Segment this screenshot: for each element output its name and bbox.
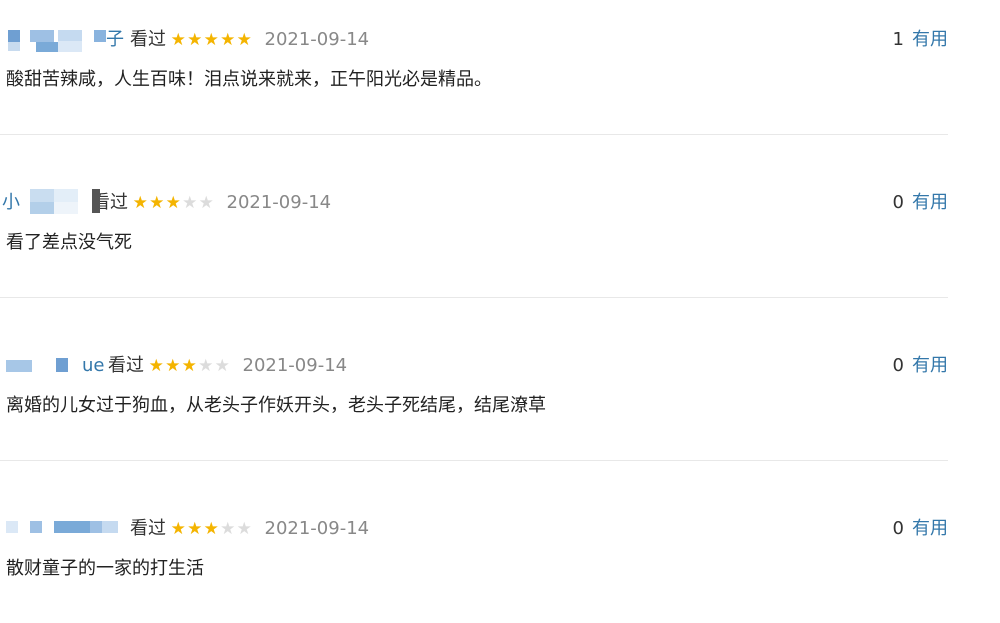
username-text: 子 — [106, 29, 124, 50]
rating-stars: ★ ★ ★ ★ ★ — [148, 354, 231, 378]
comment-item: 子 看过 ★ ★ ★ ★ ★ 2021-09-14 1 有用 酸甜苦辣咸，人生百味！泪点… — [0, 0, 948, 163]
comment-item: 看过 ★ ★ ★ ★ ★ 2021-09-14 0 有用 散财童子的一家的打生活 — [0, 489, 948, 623]
watch-status: 看过 — [130, 518, 166, 539]
comment-text: 酸甜苦辣咸，人生百味！泪点说来就来，正午阳光必是精品。 — [6, 69, 492, 90]
comment-meta: 看过 ★ ★ ★ ★ ★ 2021-09-14 — [6, 517, 369, 541]
username-link[interactable] — [6, 517, 124, 541]
username-link[interactable]: ue — [6, 354, 105, 378]
star-empty-icon: ★ — [220, 519, 236, 539]
star-filled-icon: ★ — [165, 356, 181, 376]
username-mosaic — [54, 189, 78, 202]
star-filled-icon: ★ — [170, 30, 186, 50]
star-filled-icon: ★ — [187, 519, 203, 539]
username-mosaic — [58, 41, 82, 52]
star-filled-icon: ★ — [170, 519, 186, 539]
username-mosaic — [94, 30, 106, 42]
comment-date: 2021-09-14 — [264, 518, 370, 539]
username-mosaic — [36, 42, 58, 52]
vote-count: 0 — [892, 355, 904, 376]
username-link[interactable]: 小 — [2, 189, 100, 215]
username-mosaic — [30, 30, 54, 42]
star-filled-icon: ★ — [203, 519, 219, 539]
comment-item: 小 看过 ★ ★ ★ ★ ★ 2021-09-14 0 有用 看了差点没气死 — [0, 163, 948, 326]
comment-list: 子 看过 ★ ★ ★ ★ ★ 2021-09-14 1 有用 酸甜苦辣咸，人生百味！泪点… — [0, 0, 1000, 623]
username-mosaic — [56, 358, 68, 372]
star-empty-icon: ★ — [236, 519, 252, 539]
star-empty-icon: ★ — [182, 193, 198, 213]
username-mosaic — [102, 521, 118, 533]
divider — [0, 460, 948, 461]
star-filled-icon: ★ — [165, 193, 181, 213]
useful-vote: 1 有用 — [893, 28, 948, 52]
comment-text: 离婚的儿女过于狗血，从老头子作妖开头，老头子死结尾，结尾潦草 — [6, 395, 546, 416]
username-mosaic — [92, 189, 100, 213]
username-mosaic — [30, 521, 42, 533]
watch-status: 看过 — [108, 355, 144, 376]
username-mosaic — [30, 202, 54, 214]
comment-date: 2021-09-14 — [242, 355, 348, 376]
username-mosaic — [90, 521, 102, 533]
comment-meta: 子 看过 ★ ★ ★ ★ ★ 2021-09-14 — [6, 28, 369, 52]
useful-button[interactable]: 有用 — [912, 191, 948, 215]
username-mosaic — [8, 30, 20, 42]
star-filled-icon: ★ — [236, 30, 252, 50]
vote-count: 0 — [892, 518, 904, 539]
username-mosaic — [30, 189, 54, 202]
rating-stars: ★ ★ ★ ★ ★ — [132, 191, 215, 215]
useful-vote: 0 有用 — [893, 517, 948, 541]
comment-item: ue 看过 ★ ★ ★ ★ ★ 2021-09-14 0 有用 离婚的儿女过于狗血，从老… — [0, 326, 948, 489]
star-filled-icon: ★ — [149, 193, 165, 213]
useful-vote: 0 有用 — [893, 191, 948, 215]
comment-date: 2021-09-14 — [264, 29, 370, 50]
username-mosaic — [58, 30, 82, 41]
useful-button[interactable]: 有用 — [912, 354, 948, 378]
star-filled-icon: ★ — [187, 30, 203, 50]
watch-status: 看过 — [130, 29, 166, 50]
username-text: ue — [82, 355, 105, 376]
username-mosaic — [54, 202, 78, 214]
star-filled-icon: ★ — [181, 356, 197, 376]
username-mosaic — [8, 42, 20, 51]
username-mosaic — [6, 521, 18, 533]
comment-meta: 小 看过 ★ ★ ★ ★ ★ 2021-09-14 — [2, 189, 332, 215]
star-filled-icon: ★ — [148, 356, 164, 376]
star-filled-icon: ★ — [220, 30, 236, 50]
divider — [0, 297, 948, 298]
star-filled-icon: ★ — [132, 193, 148, 213]
username-mosaic — [54, 521, 90, 533]
vote-count: 1 — [892, 29, 904, 50]
username-mosaic — [6, 360, 32, 372]
comment-text: 看了差点没气死 — [6, 232, 132, 253]
comment-text: 散财童子的一家的打生活 — [6, 558, 204, 579]
star-empty-icon: ★ — [214, 356, 230, 376]
useful-button[interactable]: 有用 — [912, 28, 948, 52]
useful-vote: 0 有用 — [893, 354, 948, 378]
comment-date: 2021-09-14 — [226, 192, 332, 213]
username-link[interactable]: 子 — [6, 28, 124, 52]
rating-stars: ★ ★ ★ ★ ★ — [170, 28, 253, 52]
star-empty-icon: ★ — [198, 356, 214, 376]
vote-count: 0 — [892, 192, 904, 213]
star-filled-icon: ★ — [203, 30, 219, 50]
username-text: 小 — [2, 192, 20, 213]
rating-stars: ★ ★ ★ ★ ★ — [170, 517, 253, 541]
divider — [0, 134, 948, 135]
useful-button[interactable]: 有用 — [912, 517, 948, 541]
star-empty-icon: ★ — [198, 193, 214, 213]
comment-meta: ue 看过 ★ ★ ★ ★ ★ 2021-09-14 — [6, 354, 347, 378]
